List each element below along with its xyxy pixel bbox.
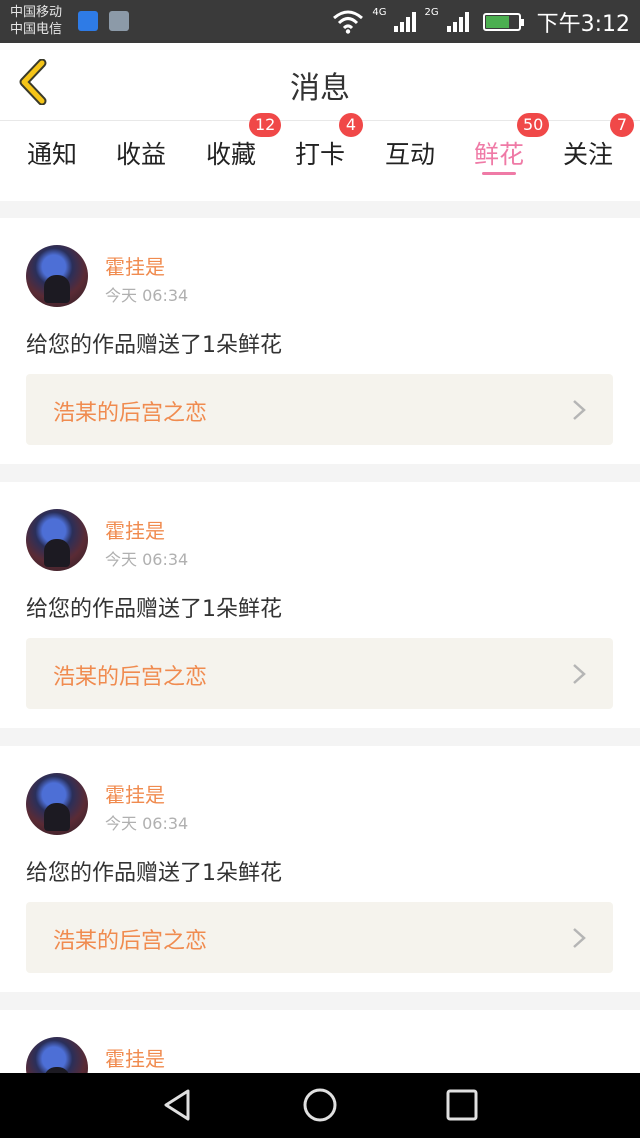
message-text: 给您的作品赠送了1朵鲜花 [26,861,282,886]
message-card: 霍挂是 [0,1010,640,1073]
circle-home-icon[interactable] [302,1087,338,1123]
work-link[interactable]: 浩某的后宫之恋 [26,638,613,709]
network-type-2: 2G [424,7,439,18]
avatar[interactable] [26,1037,88,1073]
message-time: 今天 06:34 [105,814,189,833]
avatar[interactable] [26,245,88,307]
signal-bars-1-icon [394,11,417,32]
work-title: 浩某的后宫之恋 [53,401,208,426]
message-text: 给您的作品赠送了1朵鲜花 [26,597,282,622]
tab-label: 关注 [562,140,613,169]
chevron-right-icon [573,928,586,948]
tab-bar: 通知 收益 收藏 12 打卡 4 互动 鲜花 50 关注 7 [0,113,640,201]
work-title: 浩某的后宫之恋 [53,665,208,690]
header: 消息 [0,43,640,121]
tab-label: 互动 [384,140,435,169]
sender-name[interactable]: 霍挂是 [105,1043,165,1072]
message-card: 霍挂是 今天 06:34 给您的作品赠送了1朵鲜花 浩某的后宫之恋 [0,218,640,464]
carrier-info: 中国移动 中国电信 [10,4,62,38]
message-card: 霍挂是 今天 06:34 给您的作品赠送了1朵鲜花 浩某的后宫之恋 [0,482,640,728]
status-time: 下午3:12 [536,11,630,37]
message-card: 霍挂是 今天 06:34 给您的作品赠送了1朵鲜花 浩某的后宫之恋 [0,746,640,992]
sender-name[interactable]: 霍挂是 [105,251,165,280]
tab-favorites[interactable]: 收藏 12 [186,113,282,201]
tab-label: 收益 [115,140,166,169]
tab-label: 收藏 [205,140,256,169]
tab-follow[interactable]: 关注 7 [543,113,634,201]
carrier-1: 中国移动 [10,5,63,20]
status-bar: 中国移动 中国电信 4G 2G 下午3:12 [0,0,640,43]
tab-label: 鲜花 [473,140,524,169]
tab-label: 打卡 [294,140,345,169]
avatar[interactable] [26,773,88,835]
chevron-right-icon [573,400,586,420]
network-type-1: 4G [372,7,387,18]
image-notification-icon [109,11,129,31]
triangle-back-icon[interactable] [160,1087,196,1123]
wifi-icon [333,10,364,34]
badge-follow: 7 [610,113,634,137]
system-nav-bar [0,1073,640,1138]
tab-label: 通知 [26,140,77,169]
sender-name[interactable]: 霍挂是 [105,779,165,808]
message-text: 给您的作品赠送了1朵鲜花 [26,333,282,358]
work-link[interactable]: 浩某的后宫之恋 [26,374,613,445]
tab-earnings[interactable]: 收益 [96,121,186,201]
app-notification-icon [78,11,98,31]
tab-interaction[interactable]: 互动 [365,121,455,201]
tab-notifications[interactable]: 通知 [7,121,97,201]
chevron-right-icon [573,664,586,684]
work-title: 浩某的后宫之恋 [53,929,208,954]
battery-icon [482,12,524,31]
active-tab-indicator [482,172,516,175]
badge-checkin: 4 [339,113,363,137]
message-time: 今天 06:34 [105,286,189,305]
sender-name[interactable]: 霍挂是 [105,515,165,544]
tab-flowers[interactable]: 鲜花 50 [454,113,550,201]
work-link[interactable]: 浩某的后宫之恋 [26,902,613,973]
message-time: 今天 06:34 [105,550,189,569]
avatar[interactable] [26,509,88,571]
page-title: 消息 [290,71,350,106]
tab-checkin[interactable]: 打卡 4 [275,113,365,201]
carrier-2: 中国电信 [10,22,63,37]
signal-bars-2-icon [446,11,469,32]
square-recents-icon[interactable] [444,1087,480,1123]
